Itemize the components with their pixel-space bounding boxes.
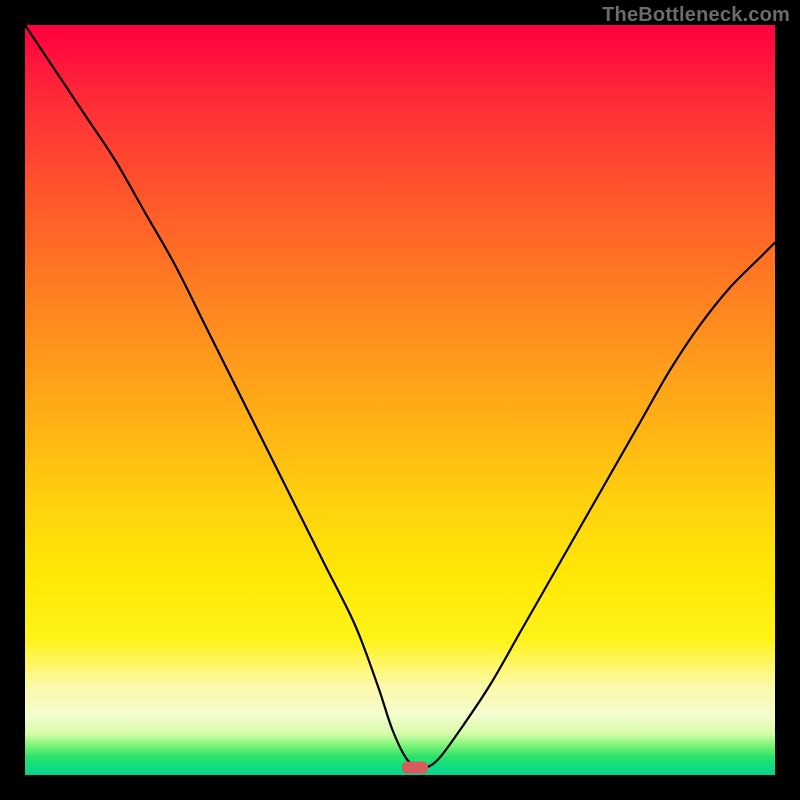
curve-svg [25,25,775,775]
optimum-marker [402,762,428,774]
watermark-text: TheBottleneck.com [602,4,790,27]
plot-area [25,25,775,775]
bottleneck-curve [25,25,775,768]
chart-stage: TheBottleneck.com [0,0,800,800]
